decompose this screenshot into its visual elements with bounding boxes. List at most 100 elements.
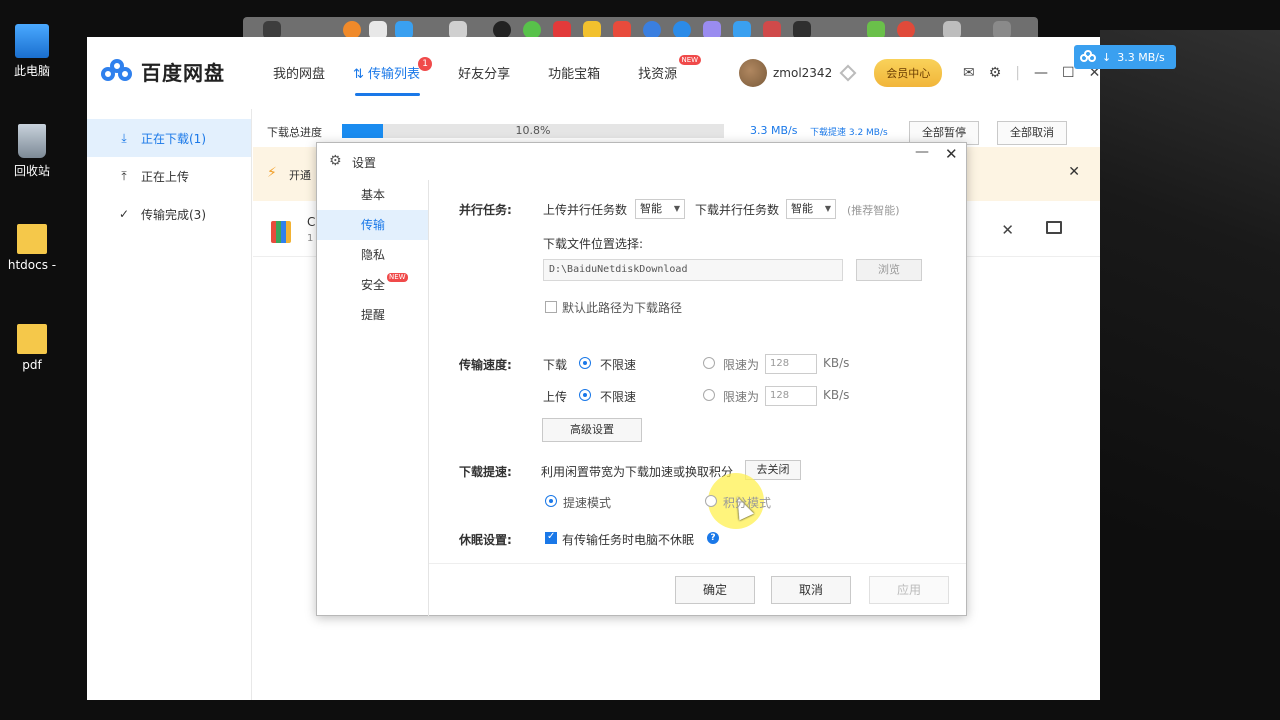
nav-find-resources[interactable]: 找资源 NEW [624, 55, 702, 83]
new-badge: NEW [387, 273, 408, 282]
cancel-download-icon[interactable]: ✕ [1001, 221, 1014, 239]
upload-unlimited-radio[interactable] [579, 389, 591, 401]
minimize-icon[interactable]: — [915, 144, 929, 160]
app-logo[interactable]: 百度网盘 [101, 57, 225, 86]
nav-friend-share[interactable]: 好友分享 [444, 63, 524, 83]
default-path-checkbox[interactable] [545, 301, 557, 313]
unit-label: KB/s [823, 388, 850, 402]
download-parallel-select[interactable]: 智能 ▼ [786, 199, 836, 219]
sidebar-item-uploading[interactable]: ⤒ 正在上传 [87, 157, 251, 195]
tab-label: 传输 [361, 218, 386, 232]
dropdown-arrow-icon: ▼ [673, 204, 680, 213]
nav-my-disk[interactable]: 我的网盘 [259, 63, 339, 83]
cancel-all-button[interactable]: 全部取消 [997, 121, 1067, 145]
upload-limit-radio[interactable] [703, 389, 715, 401]
nav-toolbox[interactable]: 功能宝箱 [534, 63, 614, 83]
minimize-icon[interactable]: — [1034, 65, 1048, 81]
select-value: 智能 [791, 202, 813, 215]
prevent-sleep-checkbox[interactable] [545, 531, 557, 544]
maximize-icon[interactable]: ☐ [1062, 65, 1075, 81]
apply-button[interactable]: 应用 [869, 576, 949, 604]
download-limit-radio[interactable] [703, 357, 715, 369]
settings-gear-icon[interactable]: ⚙ [989, 65, 1002, 81]
transfer-icon: ⇅ [353, 67, 369, 82]
laptop-edge [1100, 30, 1280, 530]
diamond-icon[interactable] [839, 64, 857, 82]
tab-security[interactable]: 安全 NEW [317, 270, 428, 300]
download-path-input[interactable]: D:\BaiduNetdiskDownload [543, 259, 843, 281]
close-icon[interactable]: ✕ [945, 145, 958, 163]
cancel-button[interactable]: 取消 [771, 576, 851, 604]
total-progress-row: 下载总进度 10.8% 3.3 MB/s 下载提速 3.2 MB/s 全部暂停 … [253, 121, 1100, 145]
browse-button[interactable]: 浏览 [856, 259, 922, 281]
check-circle-icon: ✓ [118, 207, 130, 221]
tab-reminders[interactable]: 提醒 [317, 300, 428, 330]
notification-badge: 1 [418, 57, 433, 71]
upload-speed-label: 上传 [543, 390, 568, 404]
sidebar-item-downloading[interactable]: ⤓ 正在下载(1) [87, 119, 251, 157]
folder-shortcut-icon [17, 324, 47, 354]
tab-privacy[interactable]: 隐私 [317, 240, 428, 270]
go-close-button[interactable]: 去关闭 [745, 460, 801, 480]
parallel-tasks-label: 并行任务: [459, 203, 512, 217]
main-nav: 我的网盘 ⇅ 传输列表 1 好友分享 功能宝箱 找资源 NEW [259, 55, 702, 96]
notice-text[interactable]: 开通 [289, 167, 311, 183]
unit-label: KB/s [823, 356, 850, 370]
nav-transfer-list[interactable]: ⇅ 传输列表 1 [339, 57, 434, 96]
sleep-setting-label: 休眠设置: [459, 533, 512, 547]
open-folder-icon[interactable] [1046, 221, 1062, 234]
default-path-label: 默认此路径为下载路径 [562, 301, 683, 315]
vip-center-button[interactable]: 会员中心 [874, 59, 943, 87]
speed-mode-radio[interactable] [545, 495, 557, 507]
sidebar-item-completed[interactable]: ✓ 传输完成(3) [87, 195, 251, 233]
nav-label: 找资源 [638, 67, 678, 82]
mail-icon[interactable]: ✉ [963, 65, 975, 81]
separator: | [1015, 65, 1021, 81]
speed-mode-label: 提速模式 [563, 496, 612, 510]
folder-shortcut-icon [17, 224, 47, 254]
upload-limit-input[interactable]: 128 [765, 386, 817, 406]
download-limit-input[interactable]: 128 [765, 354, 817, 374]
username[interactable]: zmol2342 [773, 66, 832, 80]
upload-parallel-label: 上传并行任务数 [543, 203, 628, 217]
lightning-icon: ⚡ [267, 165, 277, 181]
desktop-icon-htdocs[interactable]: htdocs - [0, 224, 64, 272]
advanced-settings-button[interactable]: 高级设置 [542, 418, 642, 442]
download-arrow-icon: ↓ [1102, 50, 1112, 64]
progress-label: 下载总进度 [267, 126, 322, 139]
avatar[interactable] [739, 59, 767, 87]
upload-parallel-select[interactable]: 智能 ▼ [635, 199, 685, 219]
download-speed: 3.3 MB/s [750, 124, 798, 137]
transfer-sidebar: ⤓ 正在下载(1) ⤒ 正在上传 ✓ 传输完成(3) [87, 109, 252, 700]
points-mode-label: 积分模式 [723, 496, 772, 510]
dialog-title: 设置 [352, 156, 377, 170]
tab-basic[interactable]: 基本 [317, 180, 428, 210]
nav-label: 我的网盘 [273, 67, 326, 82]
desktop-icon-label: 此电脑 [13, 64, 50, 78]
new-badge: NEW [678, 55, 702, 65]
archive-file-icon [271, 221, 291, 243]
limit-label: 限速为 [723, 358, 760, 372]
sidebar-item-label: 正在上传 [141, 169, 190, 184]
download-speed-label: 下载 [543, 358, 568, 372]
desktop-icon-this-pc[interactable]: 此电脑 [0, 24, 64, 79]
close-notice-icon[interactable]: ✕ [1068, 164, 1080, 180]
desktop-icon-label: 回收站 [13, 164, 50, 178]
file-status: 1 [307, 233, 314, 244]
progress-percent: 10.8% [515, 124, 551, 137]
progress-bar: 10.8% [342, 124, 724, 138]
points-mode-radio[interactable] [705, 495, 717, 507]
nav-label: 好友分享 [458, 67, 511, 82]
boost-speed[interactable]: 下载提速 3.2 MB/s [810, 125, 888, 138]
floating-speed-widget[interactable]: ↓ 3.3 MB/s [1074, 45, 1176, 69]
desktop-icon-pdf[interactable]: pdf [0, 324, 64, 372]
tab-label: 基本 [361, 188, 386, 202]
download-unlimited-radio[interactable] [579, 357, 591, 369]
ok-button[interactable]: 确定 [675, 576, 755, 604]
help-icon[interactable]: ? [707, 532, 719, 544]
tab-transfer[interactable]: 传输 [317, 210, 428, 240]
dialog-titlebar: ⚙ 设置 — ✕ [317, 143, 966, 179]
download-boost-label: 下载提速: [459, 465, 512, 479]
prevent-sleep-label: 有传输任务时电脑不休眠 [562, 533, 695, 547]
desktop-icon-recycle-bin[interactable]: 回收站 [0, 124, 64, 179]
